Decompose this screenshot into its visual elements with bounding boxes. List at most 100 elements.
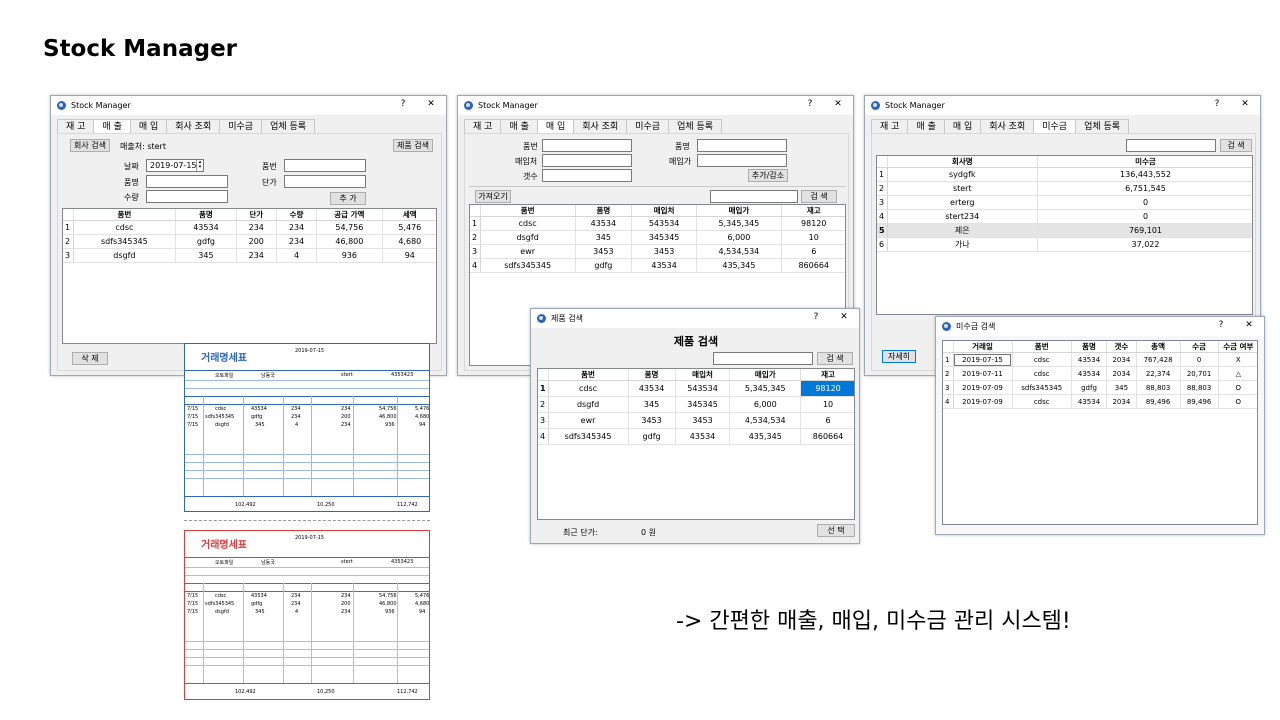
table-row[interactable]: 1 cdsc 43534 234 234 54,756 5,476	[63, 220, 436, 235]
table-row[interactable]: 3 ewr 3453 3453 4,534,534 6	[470, 244, 845, 259]
table-cell[interactable]: 6,000	[729, 396, 802, 413]
company-search-button[interactable]: 회사 검색	[70, 139, 110, 152]
table-cell[interactable]: 345345	[675, 396, 731, 413]
table-cell[interactable]: 88,803	[1180, 380, 1219, 395]
table-cell[interactable]: O	[1218, 380, 1257, 395]
table-cell[interactable]: 2019-07-09	[953, 380, 1013, 395]
close-icon[interactable]: ✕	[831, 99, 845, 109]
column-header[interactable]: 단가	[236, 209, 277, 221]
tab-register[interactable]: 업체 등록	[261, 119, 316, 133]
table-cell[interactable]: 20,701	[1180, 366, 1219, 381]
table-row[interactable]: 5 제은 769,101	[877, 223, 1252, 238]
table-cell[interactable]: 0	[1037, 209, 1252, 224]
help-icon[interactable]: ?	[1210, 99, 1224, 109]
table-row[interactable]: 1 cdsc 43534 543534 5,345,345 98120	[538, 380, 854, 397]
column-header[interactable]: 수금 여부	[1218, 341, 1257, 353]
table-cell[interactable]: erterg	[887, 195, 1038, 210]
table-cell[interactable]: 0	[1037, 195, 1252, 210]
table-cell[interactable]: 345	[1106, 380, 1137, 395]
table-cell[interactable]: 435,345	[696, 258, 782, 273]
table-cell[interactable]: 345	[628, 396, 676, 413]
table-row[interactable]: 1 sydgfk 136,443,552	[877, 167, 1252, 182]
table-cell[interactable]: stert	[887, 181, 1038, 196]
column-header[interactable]: 품번	[548, 369, 629, 381]
table-cell[interactable]: 234	[236, 220, 277, 235]
table-cell[interactable]: 46,800	[316, 234, 383, 249]
table-cell[interactable]: 22,374	[1136, 366, 1181, 381]
table-cell[interactable]: 345	[175, 248, 237, 263]
tab-receivable[interactable]: 미수금	[1033, 119, 1077, 134]
table-cell[interactable]: gdfg	[1071, 380, 1108, 395]
table-cell[interactable]: gdfg	[628, 428, 676, 445]
tab-company[interactable]: 회사 조회	[573, 119, 628, 133]
table-cell[interactable]: 4,534,534	[729, 412, 802, 429]
table-cell[interactable]: 6	[781, 244, 845, 259]
table-cell[interactable]: 43534	[1071, 366, 1108, 381]
table-cell[interactable]: 3453	[575, 244, 632, 259]
table-row[interactable]: 2 sdfs345345 gdfg 200 234 46,800 4,680	[63, 234, 436, 249]
column-header[interactable]: 품번	[73, 209, 177, 221]
table-cell[interactable]: sydgfk	[887, 167, 1038, 182]
tab-purchase[interactable]: 매 입	[129, 119, 168, 133]
table-cell[interactable]: 3453	[628, 412, 676, 429]
search-button[interactable]: 검 색	[817, 352, 853, 365]
name-input[interactable]	[146, 175, 228, 188]
help-icon[interactable]: ?	[803, 99, 817, 109]
qty-input[interactable]	[146, 190, 228, 203]
table-cell[interactable]: sdfs345345	[73, 234, 177, 249]
column-header[interactable]: 품명	[1071, 341, 1108, 353]
add-subtract-button[interactable]: 추가/감소	[748, 169, 788, 182]
table-cell[interactable]: 37,022	[1037, 237, 1252, 252]
column-header[interactable]: 수량	[276, 209, 318, 221]
table-row[interactable]: 4 2019-07-09 cdsc 43534 2034 89,496 89,4…	[943, 394, 1257, 409]
table-row[interactable]: 2 stert 6,751,545	[877, 181, 1252, 196]
search-button[interactable]: 검 색	[801, 190, 837, 203]
add-button[interactable]: 추 가	[330, 192, 366, 205]
search-input[interactable]	[710, 190, 798, 203]
code-input[interactable]	[284, 159, 366, 172]
cost-input[interactable]	[697, 154, 787, 167]
table-cell[interactable]: 89,496	[1136, 394, 1181, 409]
search-input[interactable]	[713, 352, 813, 365]
code-input[interactable]	[542, 139, 632, 152]
table-cell[interactable]: 936	[316, 248, 383, 263]
table-cell[interactable]: 2034	[1106, 366, 1137, 381]
supplier-input[interactable]	[542, 154, 632, 167]
column-header[interactable]: 품명	[628, 369, 676, 381]
table-cell[interactable]: 200	[236, 234, 277, 249]
table-cell[interactable]: cdsc	[1012, 394, 1072, 409]
column-header[interactable]: 매입처	[675, 369, 731, 381]
load-button[interactable]: 가져오기	[475, 190, 511, 203]
tab-company[interactable]: 회사 조회	[166, 119, 221, 133]
table-row[interactable]: 4 sdfs345345 gdfg 43534 435,345 860664	[470, 258, 845, 273]
table-cell[interactable]: 43534	[175, 220, 237, 235]
table-row[interactable]: 2 dsgfd 345 345345 6,000 10	[470, 230, 845, 245]
column-header[interactable]: 매입가	[696, 205, 782, 217]
table-cell[interactable]: dsgfd	[73, 248, 177, 263]
table-cell[interactable]: 3453	[631, 244, 698, 259]
search-button[interactable]: 검 색	[1220, 139, 1252, 152]
table-cell[interactable]: ewr	[548, 412, 629, 429]
table-cell[interactable]: 860664	[781, 258, 845, 273]
tab-purchase[interactable]: 매 입	[943, 119, 982, 133]
tab-register[interactable]: 업체 등록	[668, 119, 723, 133]
table-cell[interactable]: 2019-07-09	[953, 394, 1013, 409]
table-cell[interactable]: 5,476	[382, 220, 436, 235]
column-header[interactable]: 매입처	[631, 205, 698, 217]
tab-sales[interactable]: 매 출	[500, 119, 538, 133]
price-input[interactable]	[284, 175, 366, 188]
table-cell[interactable]: 543534	[631, 216, 698, 231]
tab-company[interactable]: 회사 조회	[980, 119, 1035, 133]
table-row[interactable]: 3 dsgfd 345 234 4 936 94	[63, 248, 436, 263]
table-cell[interactable]: O	[1218, 394, 1257, 409]
table-cell[interactable]: 94	[382, 248, 436, 263]
table-cell[interactable]: 345345	[631, 230, 698, 245]
table-cell[interactable]: 234	[276, 234, 318, 249]
table-row[interactable]: 4 sdfs345345 gdfg 43534 435,345 860664	[538, 428, 854, 445]
table-cell[interactable]: 2019-07-11	[953, 366, 1013, 381]
table-cell[interactable]: 6,000	[696, 230, 782, 245]
table-cell[interactable]: cdsc	[1012, 352, 1072, 367]
tab-stock[interactable]: 재 고	[57, 119, 95, 133]
column-header[interactable]: 거래일	[953, 341, 1013, 353]
table-cell[interactable]: 54,756	[316, 220, 383, 235]
